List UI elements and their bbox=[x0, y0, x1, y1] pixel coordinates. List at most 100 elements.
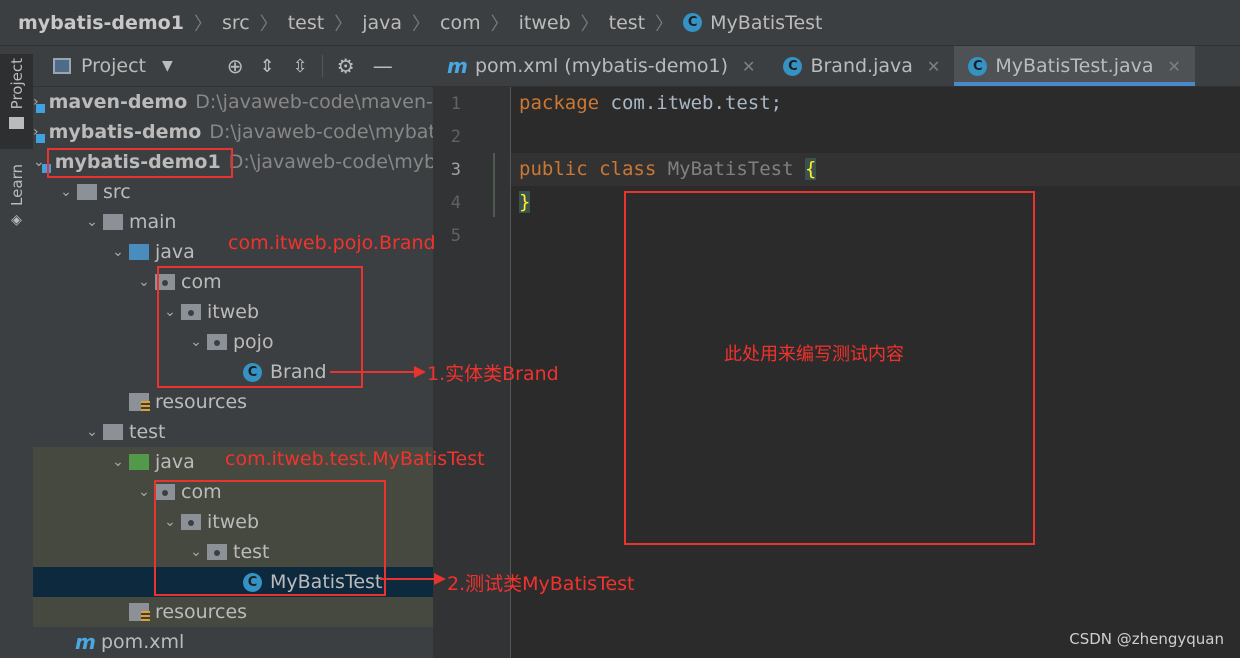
folder-icon bbox=[103, 424, 123, 440]
code-line-3: public class MyBatisTest { bbox=[519, 158, 817, 180]
arrow-right-icon bbox=[380, 573, 446, 585]
breadcrumb-item[interactable]: itweb bbox=[519, 12, 571, 34]
annotation-pojo-package: com.itweb.pojo.Brand bbox=[228, 232, 436, 254]
chevron-down-icon[interactable]: ⌄ bbox=[59, 184, 73, 200]
breadcrumb-item[interactable]: C MyBatisTest bbox=[683, 11, 823, 34]
breadcrumb-item[interactable]: src bbox=[222, 12, 250, 34]
breadcrumb-item[interactable]: com bbox=[440, 12, 481, 34]
close-icon[interactable]: ✕ bbox=[1168, 57, 1181, 76]
breadcrumb-item[interactable]: java bbox=[362, 12, 402, 34]
tree-label: main bbox=[129, 211, 177, 233]
minimize-icon[interactable]: — bbox=[373, 54, 393, 78]
chevron-right-icon: 〉 bbox=[580, 13, 599, 35]
project-view-selector[interactable]: Project bbox=[81, 55, 146, 77]
tree-row-pom[interactable]: m pom.xml bbox=[33, 627, 433, 657]
close-icon[interactable]: ✕ bbox=[927, 57, 940, 76]
chevron-right-icon: 〉 bbox=[490, 13, 509, 35]
tab-label: Brand.java bbox=[810, 55, 913, 77]
class-name: MyBatisTest bbox=[656, 158, 805, 180]
tree-row-test-resources[interactable]: resources bbox=[33, 597, 433, 627]
chevron-right-icon: 〉 bbox=[655, 13, 674, 35]
package-name: com.itweb.test; bbox=[599, 92, 783, 114]
chevron-right-icon: 〉 bbox=[193, 13, 212, 35]
line-number: 1 bbox=[450, 94, 461, 114]
toolbar-divider bbox=[321, 55, 323, 77]
close-icon[interactable]: ✕ bbox=[742, 57, 755, 76]
expand-all-icon[interactable]: ⇕ bbox=[260, 56, 275, 77]
folder-icon bbox=[9, 117, 24, 130]
fold-marker bbox=[493, 153, 495, 217]
brace: } bbox=[519, 191, 531, 213]
brace: { bbox=[805, 158, 817, 180]
annotation-test-package: com.itweb.test.MyBatisTest bbox=[225, 448, 485, 470]
code-line-1: package com.itweb.test; bbox=[519, 92, 782, 114]
chevron-right-icon: 〉 bbox=[412, 13, 431, 35]
editor-tabs: m pom.xml (mybatis-demo1) ✕ C Brand.java… bbox=[433, 46, 1240, 87]
line-number: 4 bbox=[450, 193, 461, 213]
breadcrumb-item[interactable]: test bbox=[288, 12, 325, 34]
line-number: 3 bbox=[450, 160, 461, 180]
locate-icon[interactable]: ⊕ bbox=[227, 54, 244, 78]
chevron-down-icon[interactable]: ⌄ bbox=[85, 424, 99, 440]
folder-icon bbox=[77, 184, 97, 200]
project-panel-header: Project ▼ ⊕ ⇕ ⇳ ⚙ — bbox=[33, 46, 433, 87]
breadcrumb-item-label: MyBatisTest bbox=[710, 11, 823, 34]
chevron-down-icon[interactable]: ⌄ bbox=[111, 244, 125, 260]
maven-icon: m bbox=[447, 54, 468, 78]
tree-row-src[interactable]: ⌄ src bbox=[33, 177, 433, 207]
tool-window-strip: Project Learn ◈ bbox=[0, 46, 34, 658]
graduation-cap-icon: ◈ bbox=[11, 211, 22, 228]
chevron-down-icon[interactable]: ⌄ bbox=[85, 214, 99, 230]
tree-label: mybatis-demo bbox=[48, 121, 202, 143]
arrow-right-icon bbox=[330, 366, 426, 378]
tree-row-maven-demo[interactable]: › maven-demo D:\javaweb-code\maven-d bbox=[33, 87, 433, 117]
annotation-box-test bbox=[154, 480, 386, 596]
keyword: public class bbox=[519, 158, 657, 180]
annotation-entity-note: 1.实体类Brand bbox=[427, 363, 559, 385]
chevron-down-icon[interactable]: ▼ bbox=[162, 58, 173, 74]
tree-row-test[interactable]: ⌄ test bbox=[33, 417, 433, 447]
source-folder-icon bbox=[129, 244, 149, 260]
tab-label: pom.xml (mybatis-demo1) bbox=[475, 55, 729, 77]
keyword: package bbox=[519, 92, 600, 114]
annotation-editor-note: 此处用来编写测试内容 bbox=[724, 344, 904, 365]
tab-brand[interactable]: C Brand.java ✕ bbox=[769, 46, 954, 86]
chevron-down-icon[interactable]: ⌄ bbox=[137, 274, 151, 290]
tab-mybatistest[interactable]: C MyBatisTest.java ✕ bbox=[954, 46, 1195, 86]
tab-pom[interactable]: m pom.xml (mybatis-demo1) ✕ bbox=[433, 46, 769, 86]
watermark: CSDN @zhengyquan bbox=[1069, 630, 1224, 648]
project-view-icon bbox=[53, 58, 71, 74]
tree-label: maven-demo bbox=[48, 91, 188, 113]
line-number: 2 bbox=[450, 127, 461, 147]
chevron-right-icon: 〉 bbox=[259, 13, 278, 35]
breadcrumb: mybatis-demo1 〉 src 〉 test 〉 java 〉 com … bbox=[0, 0, 1240, 46]
tree-label: pom.xml bbox=[101, 631, 185, 653]
tree-row-mybatis-demo[interactable]: › mybatis-demo D:\javaweb-code\mybat bbox=[33, 117, 433, 147]
annotation-test-note: 2.测试类MyBatisTest bbox=[447, 573, 635, 595]
breadcrumb-item[interactable]: test bbox=[609, 12, 646, 34]
resources-folder-icon bbox=[129, 393, 150, 411]
tree-label: java bbox=[155, 241, 195, 263]
tree-path: D:\javaweb-code\maven-d bbox=[195, 91, 433, 113]
tree-row-main-resources[interactable]: resources bbox=[33, 387, 433, 417]
gear-icon[interactable]: ⚙ bbox=[337, 54, 355, 78]
class-icon: C bbox=[783, 56, 803, 76]
collapse-all-icon[interactable]: ⇳ bbox=[293, 56, 308, 77]
learn-tool-label: Learn bbox=[7, 164, 26, 206]
class-icon: C bbox=[968, 56, 988, 76]
maven-icon: m bbox=[75, 630, 96, 654]
chevron-down-icon[interactable]: ⌄ bbox=[111, 454, 125, 470]
tree-path: D:\javaweb-code\myba bbox=[228, 151, 433, 173]
line-number: 5 bbox=[450, 226, 461, 246]
tree-label: resources bbox=[155, 391, 248, 413]
tab-label: MyBatisTest.java bbox=[995, 55, 1154, 77]
project-tool-label: Project bbox=[7, 58, 26, 110]
breadcrumb-item[interactable]: mybatis-demo1 bbox=[18, 12, 184, 34]
chevron-down-icon[interactable]: ⌄ bbox=[137, 484, 151, 500]
project-tool-tab[interactable]: Project bbox=[0, 54, 33, 149]
folder-icon bbox=[103, 214, 123, 230]
tree-label: java bbox=[155, 451, 195, 473]
learn-tool-tab[interactable]: Learn ◈ bbox=[0, 164, 33, 244]
annotation-box-module bbox=[47, 148, 233, 178]
test-source-folder-icon bbox=[129, 454, 149, 470]
